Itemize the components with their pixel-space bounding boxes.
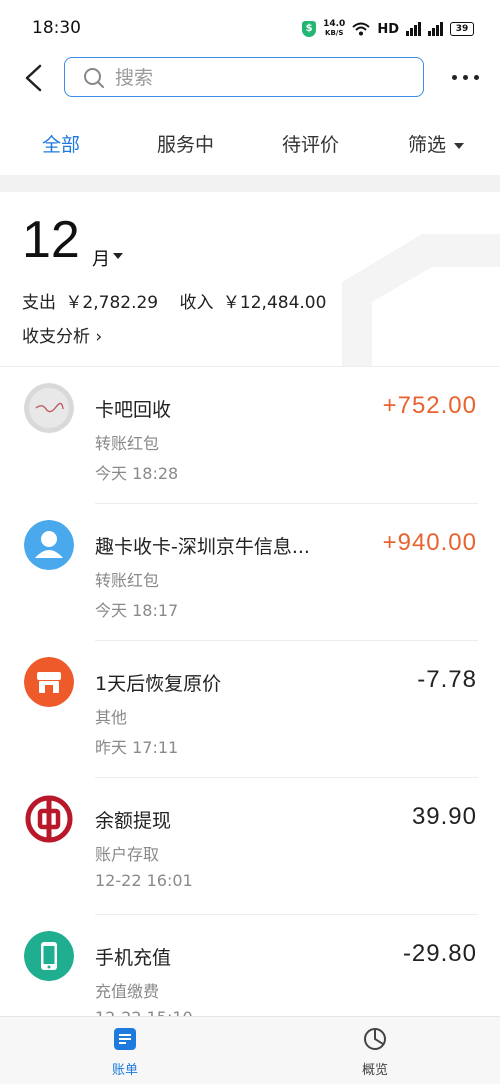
- transaction-category: 转账红包: [95, 571, 160, 590]
- transaction-title: 1天后恢复原价: [95, 673, 222, 695]
- transaction-row[interactable]: 手机充值 充值缴费 12-22 15:10 -29.80: [0, 915, 500, 1017]
- search-box[interactable]: [64, 57, 424, 97]
- transaction-category: 其他: [95, 708, 128, 727]
- transaction-time: 今天 18:17: [95, 601, 179, 620]
- transaction-row[interactable]: 余额提现 账户存取 12-22 16:01 39.90: [0, 778, 500, 915]
- hd-label: HD: [377, 21, 399, 37]
- tab-filter-label: 筛选: [408, 134, 447, 156]
- filter-tabs: 全部 服务中 待评价 筛选: [0, 118, 500, 168]
- transaction-title: 卡吧回收: [95, 399, 172, 421]
- status-time: 18:30: [32, 18, 81, 38]
- pie-chart-icon: [364, 1028, 386, 1050]
- nav-overview-label: 概览: [361, 1063, 388, 1078]
- signal-icon: [428, 22, 443, 36]
- transaction-category: 账户存取: [95, 845, 160, 864]
- month-unit[interactable]: 月: [92, 245, 110, 271]
- month-totals: 支出 ￥2,782.29 收入 ￥12,484.00: [22, 288, 330, 313]
- transaction-amount: -29.80: [402, 940, 477, 967]
- nav-bill[interactable]: 账单: [95, 1027, 155, 1081]
- watermark-shape-icon: [342, 234, 500, 366]
- search-icon: [84, 68, 104, 88]
- transaction-list: 卡吧回收 转账红包 今天 18:28 +752.00 趣卡收卡-深圳京牛信息..…: [0, 366, 500, 1017]
- user-avatar-icon: [24, 520, 74, 570]
- bill-icon: [114, 1028, 136, 1050]
- income-expense-analysis-link[interactable]: 收支分析 ›: [22, 322, 102, 347]
- phone-icon: [24, 931, 74, 981]
- nav-overview[interactable]: 概览: [345, 1027, 405, 1081]
- transaction-row[interactable]: 趣卡收卡-深圳京牛信息... 转账红包 今天 18:17 +940.00: [0, 504, 500, 641]
- status-icons: $ 14.0 KB/S HD 39: [302, 20, 474, 38]
- transaction-amount: +940.00: [382, 529, 477, 556]
- transaction-title: 余额提现: [95, 810, 172, 832]
- back-icon[interactable]: [22, 63, 46, 93]
- transaction-amount: +752.00: [382, 392, 477, 419]
- bottom-nav: 账单 概览: [0, 1016, 500, 1084]
- header: [0, 55, 500, 103]
- net-speed: 14.0 KB/S: [323, 20, 345, 38]
- more-options-icon[interactable]: [452, 75, 482, 83]
- month-caret-icon[interactable]: [113, 253, 123, 259]
- battery-icon: 39: [450, 22, 474, 36]
- tab-in-service[interactable]: 服务中: [157, 130, 214, 157]
- transaction-category: 转账红包: [95, 434, 160, 453]
- transaction-time: 今天 18:28: [95, 464, 179, 483]
- transaction-amount: -7.78: [417, 666, 477, 693]
- transaction-title: 趣卡收卡-深圳京牛信息...: [95, 536, 310, 558]
- expense-value: ￥2,782.29: [65, 293, 159, 313]
- transaction-time: 12-22 16:01: [95, 871, 193, 890]
- kaba-avatar-icon: [24, 383, 74, 433]
- caret-down-icon: [454, 142, 465, 149]
- month-summary: 12 月 支出 ￥2,782.29 收入 ￥12,484.00 收支分析 ›: [0, 192, 500, 366]
- shield-icon: $: [302, 21, 317, 37]
- store-icon: [24, 657, 74, 707]
- tab-filter[interactable]: 筛选: [408, 130, 465, 157]
- nav-bill-label: 账单: [111, 1063, 138, 1078]
- net-speed-unit: KB/S: [325, 29, 344, 37]
- transaction-amount: 39.90: [411, 803, 477, 830]
- wifi-icon: [352, 22, 370, 36]
- month-number[interactable]: 12: [22, 210, 80, 270]
- transaction-row[interactable]: 1天后恢复原价 其他 昨天 17:11 -7.78: [0, 641, 500, 778]
- transaction-title: 手机充值: [95, 947, 172, 969]
- section-gap: [0, 175, 500, 192]
- signal-icon: [406, 22, 421, 36]
- net-speed-value: 14.0: [323, 19, 346, 29]
- transaction-category: 充值缴费: [95, 982, 160, 1001]
- status-bar: 18:30 $ 14.0 KB/S HD 39: [0, 0, 500, 58]
- expense-label: 支出: [22, 293, 56, 313]
- tab-all[interactable]: 全部: [42, 130, 80, 157]
- income-label: 收入: [179, 293, 214, 313]
- bank-of-china-icon: [24, 794, 74, 844]
- tab-pending-review[interactable]: 待评价: [282, 130, 339, 157]
- income-value: ￥12,484.00: [222, 293, 327, 313]
- transaction-row[interactable]: 卡吧回收 转账红包 今天 18:28 +752.00: [0, 367, 500, 504]
- transaction-time: 昨天 17:11: [95, 738, 179, 757]
- search-input[interactable]: [113, 64, 407, 92]
